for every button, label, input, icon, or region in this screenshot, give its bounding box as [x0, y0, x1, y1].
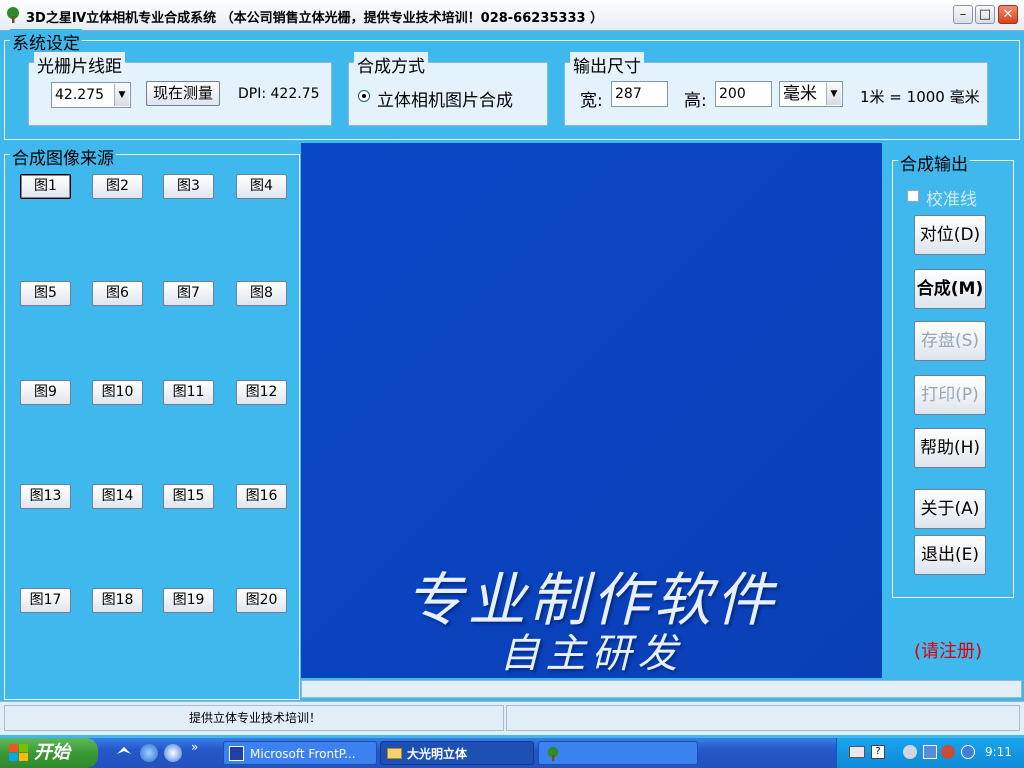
- quicklaunch-more-icon[interactable]: »: [191, 740, 198, 754]
- back-icon[interactable]: [903, 745, 917, 759]
- network-icon[interactable]: [923, 745, 937, 759]
- image-source-button-6[interactable]: 图6: [92, 281, 143, 306]
- grating-label: 光栅片线距: [34, 52, 125, 77]
- compose-method-label: 合成方式: [354, 52, 428, 77]
- task-frontpage[interactable]: Microsoft FrontP...: [223, 741, 377, 765]
- task-folder-label: 大光明立体: [407, 747, 468, 761]
- image-source-button-18[interactable]: 图18: [92, 588, 143, 613]
- unit-select[interactable]: 毫米 ▼: [779, 81, 843, 107]
- quicklaunch-bird-icon[interactable]: [115, 744, 133, 762]
- calibration-checkbox[interactable]: [907, 190, 919, 202]
- output-label: 合成输出: [898, 150, 970, 175]
- image-source-button-1[interactable]: 图1: [20, 174, 71, 199]
- help-button[interactable]: 帮助(H): [914, 428, 986, 468]
- keyboard-icon[interactable]: [849, 746, 865, 758]
- grating-pitch-select[interactable]: 42.275 ▼: [51, 82, 131, 108]
- help-icon[interactable]: ?: [871, 745, 885, 759]
- register-notice[interactable]: (请注册): [914, 637, 982, 663]
- image-sources-label: 合成图像来源: [10, 144, 116, 169]
- measure-now-button[interactable]: 现在测量: [146, 81, 220, 106]
- image-source-button-9[interactable]: 图9: [20, 380, 71, 405]
- task-frontpage-label: Microsoft FrontP...: [250, 747, 356, 761]
- start-label: 开始: [34, 742, 70, 763]
- globe-icon[interactable]: [961, 745, 975, 759]
- exit-button[interactable]: 退出(E): [914, 535, 986, 575]
- quicklaunch-browser-icon[interactable]: [164, 744, 182, 762]
- image-source-button-7[interactable]: 图7: [163, 281, 214, 306]
- width-input[interactable]: 287: [611, 81, 668, 107]
- radio-dot-icon: [362, 94, 366, 98]
- task-app[interactable]: [538, 741, 698, 765]
- unit-value: 毫米: [783, 84, 817, 104]
- grating-pitch-value: 42.275: [55, 87, 104, 103]
- tree-icon: [7, 7, 19, 23]
- image-source-button-3[interactable]: 图3: [163, 174, 214, 199]
- canvas-subline: 自主研发: [499, 631, 684, 677]
- image-source-button-10[interactable]: 图10: [92, 380, 143, 405]
- align-button[interactable]: 对位(D): [914, 215, 986, 255]
- windows-logo-icon: [9, 744, 28, 761]
- calibration-label: 校准线: [926, 190, 977, 210]
- image-source-button-19[interactable]: 图19: [163, 588, 214, 613]
- print-button[interactable]: 打印(P): [914, 375, 986, 415]
- tree-icon: [547, 746, 559, 762]
- security-icon[interactable]: [941, 745, 955, 759]
- image-source-button-12[interactable]: 图12: [236, 380, 287, 405]
- quicklaunch-ie-icon[interactable]: [140, 744, 158, 762]
- image-source-button-4[interactable]: 图4: [236, 174, 287, 199]
- system-settings-label: 系统设定: [10, 29, 82, 54]
- window-title: 3D之星Ⅳ立体相机专业合成系统 （本公司销售立体光栅，提供专业技术培训！028-…: [26, 11, 604, 26]
- clock: 9:11: [985, 745, 1012, 759]
- compose-button[interactable]: 合成(M): [914, 269, 986, 309]
- image-source-button-13[interactable]: 图13: [20, 484, 71, 509]
- frontpage-icon: [229, 746, 244, 761]
- width-label: 宽:: [580, 91, 603, 111]
- image-source-button-14[interactable]: 图14: [92, 484, 143, 509]
- image-source-button-2[interactable]: 图2: [92, 174, 143, 199]
- image-source-button-16[interactable]: 图16: [236, 484, 287, 509]
- stereo-camera-option-label: 立体相机图片合成: [377, 91, 513, 111]
- chevron-down-icon[interactable]: ▼: [114, 84, 129, 106]
- status-text: 提供立体专业技术培训！: [188, 711, 321, 725]
- image-source-button-20[interactable]: 图20: [236, 588, 287, 613]
- minimize-button[interactable]: –: [953, 5, 973, 24]
- title-bar[interactable]: 3D之星Ⅳ立体相机专业合成系统 （本公司销售立体光栅，提供专业技术培训！028-…: [0, 0, 1024, 31]
- image-sources-group: [4, 154, 300, 700]
- horizontal-scrollbar[interactable]: [301, 680, 1022, 698]
- preview-canvas[interactable]: 专业制作软件 自主研发: [301, 143, 882, 678]
- chevron-down-icon[interactable]: ▼: [826, 83, 841, 105]
- task-folder[interactable]: 大光明立体: [380, 741, 534, 765]
- folder-icon: [387, 748, 402, 759]
- stereo-camera-radio[interactable]: [358, 90, 370, 102]
- image-source-button-8[interactable]: 图8: [236, 281, 287, 306]
- unit-note: 1米 = 1000 毫米: [860, 88, 980, 106]
- dpi-readout: DPI: 422.75: [238, 86, 320, 102]
- image-source-button-11[interactable]: 图11: [163, 380, 214, 405]
- status-pane-main: 提供立体专业技术培训！: [4, 705, 504, 731]
- image-source-button-5[interactable]: 图5: [20, 281, 71, 306]
- output-size-label: 输出尺寸: [570, 52, 644, 77]
- height-label: 高:: [684, 91, 707, 111]
- status-bar: 提供立体专业技术培训！: [0, 701, 1024, 735]
- image-source-button-17[interactable]: 图17: [20, 588, 71, 613]
- close-button[interactable]: ✕: [998, 5, 1018, 24]
- start-button[interactable]: 开始: [0, 738, 98, 768]
- status-pane-secondary: [506, 705, 1020, 731]
- about-button[interactable]: 关于(A): [914, 489, 986, 529]
- height-input[interactable]: 200: [715, 81, 772, 107]
- maximize-button[interactable]: □: [975, 5, 995, 24]
- image-source-button-15[interactable]: 图15: [163, 484, 214, 509]
- system-tray: ? 9:11: [836, 738, 1024, 768]
- save-button[interactable]: 存盘(S): [914, 321, 986, 361]
